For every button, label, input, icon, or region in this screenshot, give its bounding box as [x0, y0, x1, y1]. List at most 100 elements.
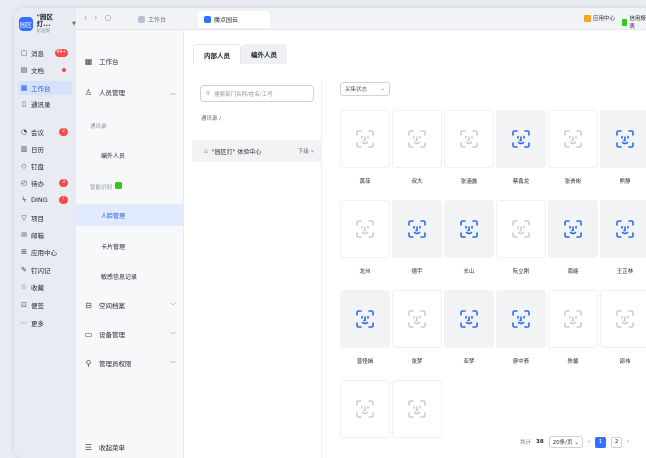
person-card[interactable]: 长山 — [444, 200, 494, 275]
person-card[interactable]: 阮立刚 — [496, 200, 546, 275]
rail-item[interactable]: ◇ 钉盘 — [18, 159, 72, 173]
prev-page-icon[interactable]: ‹ — [588, 439, 590, 445]
org-node[interactable]: ⌂ "园区灯" 体验中心 下级 ⑂ — [192, 140, 322, 162]
unread-badge: 3 — [59, 179, 68, 187]
face-id-icon — [356, 310, 374, 328]
page-1-button[interactable]: 1 — [595, 436, 607, 448]
page-size-select[interactable]: 20条/页 ⌄ — [548, 436, 583, 448]
rail-item[interactable]: ⊞ 应用中心 — [18, 245, 72, 259]
app-window: 园区 "园区灯... 标准版 ▼ ▢ 消息 99+ ▤ 文档 ▦ 工作台 ▯ 通讯录 ◔ 会议 2 ▥ 日… — [14, 8, 646, 458]
face-id-icon — [408, 400, 426, 418]
face-id-icon — [564, 220, 582, 238]
forward-icon[interactable]: › — [94, 13, 97, 22]
next-page-icon[interactable]: › — [627, 439, 629, 445]
person-card[interactable]: 德宇 — [392, 200, 442, 275]
report-button[interactable]: 信用报表 — [622, 14, 646, 30]
person-card[interactable]: 龙州 — [340, 200, 390, 275]
person-card[interactable]: 亚梦 — [444, 290, 494, 365]
person-card[interactable]: 蔡鑫龙 — [496, 110, 546, 185]
collapse-menu-button[interactable]: ☰ 收起菜单 — [84, 440, 180, 454]
person-card[interactable]: 南能 — [548, 200, 598, 275]
rail-item[interactable]: ▤ 文档 — [18, 63, 72, 77]
note-icon: ✎ — [21, 266, 27, 274]
person-name: 黄菲 — [359, 179, 371, 185]
person-name: 熊静 — [619, 179, 631, 185]
side-menu: ▦ 工作台 ♙ 人员管理 ︿ 通讯录 编外人员 智能识别 人脸管理 卡片管理 敏… — [76, 30, 184, 458]
rail-item[interactable]: ▢ 消息 99+ — [18, 46, 72, 60]
rail-item[interactable]: ✉ 邮箱 — [18, 228, 72, 242]
memo-icon: ⊡ — [21, 301, 27, 309]
person-card[interactable]: 熊静 — [600, 110, 646, 185]
rail-item[interactable]: ▯ 通讯录 — [18, 97, 72, 111]
back-icon[interactable]: ‹ — [84, 13, 87, 22]
rail-item[interactable]: ✎ 钉闪记 — [18, 263, 72, 277]
face-id-icon — [460, 310, 478, 328]
menu-card-manage[interactable]: 卡片管理 — [76, 235, 184, 257]
sub-level-link[interactable]: 下级 ⑂ — [298, 147, 314, 155]
person-card[interactable]: 邵伟 — [600, 290, 646, 365]
rail-item[interactable]: ⋯ 更多 — [18, 316, 72, 330]
app-center-button[interactable]: 应用中心 — [584, 14, 615, 22]
rail-item-label: 日历 — [31, 146, 44, 154]
rail-item-label: 通讯录 — [31, 101, 51, 109]
person-name: 陈馨 — [567, 359, 579, 365]
rail-item[interactable]: ⊡ 便签 — [18, 298, 72, 312]
person-card[interactable]: 张贵彬 — [548, 110, 598, 185]
person-card[interactable]: 叔大 — [392, 110, 442, 185]
rail-item[interactable]: ▥ 日历 — [18, 142, 72, 156]
face-id-icon — [408, 130, 426, 148]
org-switcher[interactable]: 园区 "园区灯... 标准版 ▼ — [19, 14, 76, 34]
face-id-icon — [616, 130, 634, 148]
collect-status-select[interactable]: 采集状态 ⌄ — [340, 82, 390, 96]
rail-item[interactable]: ◴ 待办 3 — [18, 176, 72, 190]
menu-personnel[interactable]: ♙ 人员管理 ︿ — [84, 85, 180, 99]
face-id-icon — [356, 130, 374, 148]
tab-modian[interactable]: 魔点园云 — [198, 11, 270, 28]
unread-badge: 2 — [59, 128, 68, 136]
face-photo-slot — [600, 200, 646, 258]
org-tree: ⚲ 搜索部门名称/姓名/工号 通讯录 / ⌂ "园区灯" 体验中心 下级 ⑂ — [192, 80, 322, 458]
person-card[interactable]: 陈馨 — [548, 290, 598, 365]
rail-item[interactable]: ☆ 收藏 — [18, 280, 72, 294]
dept-search-input[interactable]: ⚲ 搜索部门名称/姓名/工号 — [200, 85, 314, 102]
person-card[interactable]: 王芷林 — [600, 200, 646, 275]
rail-item[interactable]: ▽ 项目 — [18, 211, 72, 225]
person-card[interactable]: 曾怪嫣 — [340, 290, 390, 365]
new-tag-icon — [115, 182, 123, 189]
refresh-icon[interactable]: ○ — [104, 13, 111, 22]
person-card[interactable]: 廖中荟 — [496, 290, 546, 365]
tab-external[interactable]: 编外人员 — [241, 44, 287, 64]
menu-external[interactable]: 编外人员 — [76, 144, 184, 166]
chevron-down-icon: ﹀ — [169, 331, 176, 339]
rail-item[interactable]: ▦ 工作台 — [18, 81, 72, 95]
person-name: 长山 — [463, 269, 475, 275]
message-icon: ▢ — [20, 49, 28, 57]
page-2-button[interactable]: 2 — [611, 436, 623, 448]
history-nav: ‹ › ○ — [84, 13, 111, 22]
menu-device[interactable]: ▭ 设备管理 ﹀ — [84, 327, 180, 341]
rail-item[interactable]: ◔ 会议 2 — [18, 125, 72, 139]
menu-collapse-icon: ☰ — [84, 442, 93, 452]
menu-sensitive-log[interactable]: 敏感信息记录 — [76, 265, 184, 287]
face-id-icon — [512, 220, 530, 238]
person-name: 叔大 — [411, 179, 423, 185]
menu-space[interactable]: ⊟ 空间档案 ﹀ — [84, 298, 180, 312]
contacts-icon: ▯ — [22, 100, 26, 108]
org-edition: 标准版 — [36, 29, 51, 34]
breadcrumb[interactable]: 通讯录 / — [201, 114, 221, 122]
person-card[interactable]: 张梦 — [392, 290, 442, 365]
unread-badge: 99+ — [54, 49, 68, 57]
person-card[interactable] — [340, 380, 390, 447]
person-card[interactable]: 黄菲 — [340, 110, 390, 185]
menu-person-manage[interactable]: 人脸管理 — [76, 204, 184, 226]
face-photo-slot — [496, 290, 546, 348]
menu-workbench[interactable]: ▦ 工作台 — [84, 54, 180, 68]
person-card[interactable] — [392, 380, 442, 447]
calendar-icon: ▥ — [20, 145, 28, 153]
face-photo-slot — [444, 290, 494, 348]
tab-workbench[interactable]: 工作台 — [132, 11, 172, 28]
person-card[interactable]: 张涵露 — [444, 110, 494, 185]
menu-admin[interactable]: ⚲ 管理员权限 ﹀ — [84, 356, 180, 370]
tab-internal[interactable]: 内部人员 — [193, 44, 241, 64]
rail-item[interactable]: ϟ DING! — [18, 193, 72, 207]
